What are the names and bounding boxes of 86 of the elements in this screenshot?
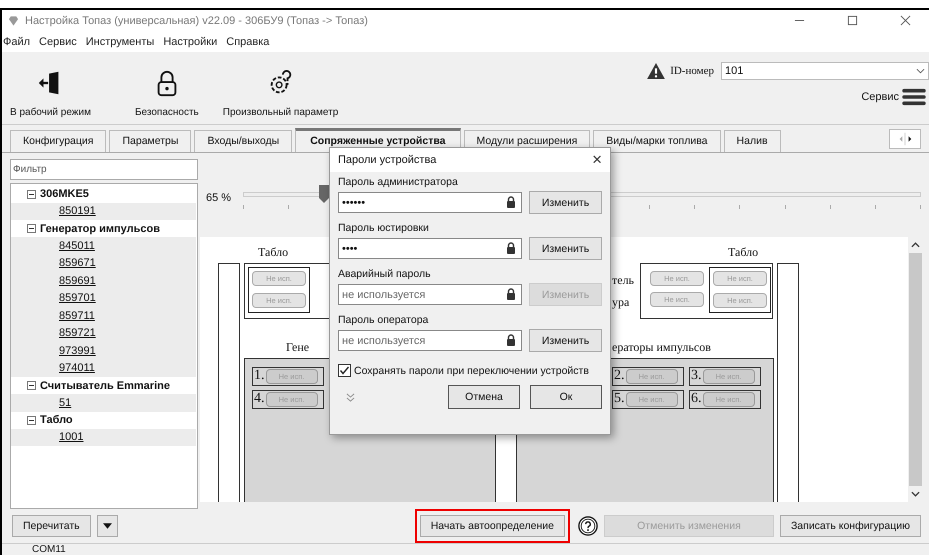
caret-icon <box>916 68 925 74</box>
tree-item[interactable]: 974011 <box>59 362 95 374</box>
tree-item[interactable]: 845011 <box>59 240 95 252</box>
dialog-button[interactable]: Ок <box>530 385 602 409</box>
change-button[interactable]: Изменить <box>529 191 602 214</box>
change-button[interactable]: Изменить <box>529 329 602 352</box>
toolbar-button[interactable]: Безопасность <box>134 68 199 118</box>
app-logo-icon <box>8 16 19 26</box>
scroll-down-icon[interactable] <box>910 490 920 497</box>
diagram-label: ура <box>612 294 630 310</box>
menu-item[interactable]: Справка <box>226 36 270 48</box>
maximize-icon[interactable] <box>847 15 858 26</box>
action-button[interactable]: Начать автоопределение <box>420 514 565 537</box>
menu-item[interactable]: Сервис <box>39 36 77 48</box>
caret-icon <box>102 522 112 529</box>
slot-number: 1. <box>254 368 264 384</box>
dialog-button[interactable]: Отмена <box>448 385 520 409</box>
tree-item[interactable]: 859721 <box>59 327 96 340</box>
tree-group-label[interactable]: Генератор импульсов <box>40 222 160 235</box>
diagram-label: Гене <box>286 340 310 355</box>
scroll-up-icon[interactable] <box>910 242 920 248</box>
menu-icon <box>902 88 926 106</box>
tree-group-label[interactable]: Считыватель Emmarine <box>40 380 170 392</box>
id-dropdown[interactable]: 101 <box>721 62 929 80</box>
service-menu-button[interactable]: Сервис <box>861 88 929 106</box>
field-label: Пароль юстировки <box>338 222 430 234</box>
tree-toggle-icon[interactable] <box>27 381 36 390</box>
tree-group-label[interactable]: 306MKE5 <box>40 188 89 200</box>
tree-item[interactable]: 51 <box>59 396 72 409</box>
slot-number: 3. <box>691 368 702 384</box>
diagram-label: ераторы импульсов <box>612 340 711 355</box>
field-label: Пароль администратора <box>338 176 459 188</box>
diagram-label: Табло <box>728 244 758 260</box>
padlock-icon <box>506 242 516 254</box>
slot-number: 6. <box>691 391 702 408</box>
menu-item[interactable]: Файл <box>3 36 30 48</box>
password-field[interactable]: •••••• <box>338 192 522 213</box>
slot-number: 5. <box>614 391 624 408</box>
tree-item[interactable]: 1001 <box>59 431 84 444</box>
diagram-label: Табло <box>258 244 288 260</box>
tree-toggle-icon[interactable] <box>27 224 36 234</box>
tree-item[interactable]: 859691 <box>59 274 96 287</box>
tree-item[interactable]: 859701 <box>59 292 96 304</box>
field-label: Аварийный пароль <box>338 268 432 280</box>
tree-item[interactable]: 850191 <box>59 205 96 218</box>
dialog-close-button[interactable]: × <box>592 150 602 170</box>
reread-button[interactable]: Перечитать <box>12 514 91 537</box>
action-button[interactable]: Записать конфигурацию <box>780 514 921 537</box>
menu-item[interactable]: Инструменты <box>86 36 154 48</box>
tab[interactable]: Конфигурация <box>10 130 106 152</box>
padlock-icon <box>506 288 516 300</box>
password-field[interactable]: не используется <box>338 330 522 351</box>
slot-number: 2. <box>614 368 624 384</box>
filter-field[interactable]: Фильтр <box>10 158 198 180</box>
field-label: Пароль оператора <box>338 314 430 326</box>
tab[interactable]: Виды/марки топлива <box>593 130 721 152</box>
id-label: ID-номер <box>670 64 714 77</box>
toolbar-button[interactable]: Произвольный параметр <box>222 68 338 118</box>
padlock-icon <box>506 196 516 208</box>
checkbox-label[interactable]: Сохранять пароли при переключении устройств <box>354 364 589 376</box>
help-icon[interactable] <box>578 516 598 536</box>
tree-group-label[interactable]: Табло <box>40 414 73 426</box>
tree-toggle-icon[interactable] <box>27 416 36 425</box>
diagram-label: тель <box>612 272 634 288</box>
tab[interactable]: Налив <box>724 130 781 152</box>
tab[interactable]: Входы/выходы <box>194 130 292 152</box>
password-field[interactable]: •••• <box>338 238 522 259</box>
tab[interactable]: Параметры <box>109 130 192 152</box>
dialog-title: Пароли устройства <box>338 154 436 166</box>
tree-item[interactable]: 973991 <box>59 344 96 357</box>
menu-item[interactable]: Настройки <box>163 36 218 48</box>
tree-item[interactable]: 859711 <box>59 310 95 322</box>
slot-number: 4. <box>254 391 264 408</box>
padlock-icon <box>506 334 516 346</box>
change-button[interactable]: Изменить <box>529 237 602 260</box>
tree-item[interactable]: 859671 <box>59 257 96 270</box>
close-icon[interactable] <box>900 15 911 26</box>
warning-icon <box>647 62 666 79</box>
toolbar-button[interactable]: В рабочий режим <box>10 68 91 118</box>
tree-toggle-icon[interactable] <box>27 190 36 199</box>
checkbox[interactable] <box>338 364 351 377</box>
expand-chevron-icon[interactable] <box>346 392 355 402</box>
zoom-reading: 65 % <box>206 192 232 204</box>
window-title: Настройка Топаз (универсальная) v22.09 - 306БУ9 (Топаз -> Топаз) <box>25 14 368 27</box>
dropdown-button[interactable] <box>96 514 118 537</box>
port-label: COM11 <box>32 544 66 555</box>
